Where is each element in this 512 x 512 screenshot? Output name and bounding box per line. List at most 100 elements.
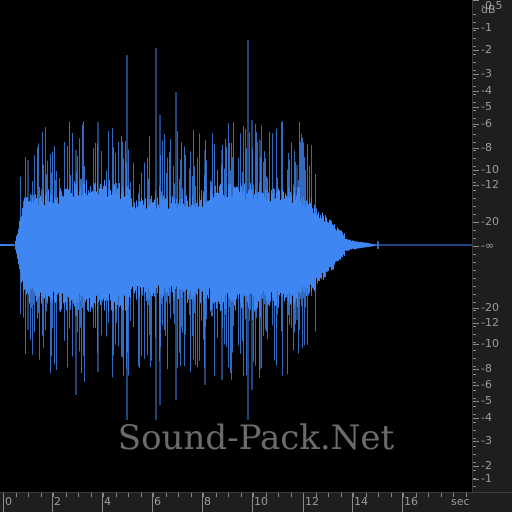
db-tick-label: -12 bbox=[481, 316, 499, 329]
db-minor-tick bbox=[473, 486, 476, 487]
db-minor-tick bbox=[473, 102, 476, 103]
db-tick-label: -∞ bbox=[481, 239, 495, 252]
db-tick bbox=[473, 28, 479, 29]
db-minor-tick bbox=[473, 462, 476, 463]
db-minor-tick bbox=[473, 478, 476, 479]
db-minor-tick bbox=[473, 262, 476, 263]
db-minor-tick bbox=[473, 350, 476, 351]
db-tick bbox=[473, 74, 479, 75]
db-tick bbox=[473, 385, 479, 386]
time-tick-label: 14 bbox=[354, 495, 368, 508]
time-minor-tick bbox=[3, 493, 4, 497]
db-minor-tick bbox=[473, 142, 476, 143]
db-minor-tick bbox=[473, 270, 476, 271]
db-minor-tick bbox=[473, 318, 476, 319]
time-minor-tick bbox=[141, 493, 142, 497]
db-minor-tick bbox=[473, 198, 476, 199]
db-tick bbox=[473, 466, 479, 467]
db-minor-tick bbox=[473, 278, 476, 279]
db-minor-tick bbox=[473, 310, 476, 311]
db-tick bbox=[473, 344, 479, 345]
time-tick-label: 12 bbox=[305, 495, 319, 508]
db-tick-label: -1 bbox=[481, 21, 492, 34]
db-tick bbox=[473, 308, 479, 309]
db-tick bbox=[473, 369, 479, 370]
db-tick bbox=[473, 91, 479, 92]
db-minor-tick bbox=[473, 182, 476, 183]
time-minor-tick bbox=[53, 493, 54, 497]
time-minor-tick bbox=[391, 493, 392, 497]
time-minor-tick bbox=[78, 493, 79, 497]
db-tick bbox=[473, 185, 479, 186]
db-minor-tick bbox=[473, 294, 476, 295]
db-tick-label: -1 bbox=[481, 472, 492, 485]
time-minor-tick bbox=[91, 493, 92, 497]
db-minor-tick bbox=[473, 406, 476, 407]
time-tick-label: 16 bbox=[404, 495, 418, 508]
db-minor-tick bbox=[473, 86, 476, 87]
db-minor-tick bbox=[473, 390, 476, 391]
db-minor-tick bbox=[473, 302, 476, 303]
time-minor-tick bbox=[453, 493, 454, 497]
db-tick bbox=[473, 401, 479, 402]
time-minor-tick bbox=[341, 493, 342, 497]
db-minor-tick bbox=[473, 62, 476, 63]
time-minor-tick bbox=[303, 493, 304, 497]
db-tick-label: -20 bbox=[481, 301, 499, 314]
time-minor-tick bbox=[241, 493, 242, 497]
time-minor-tick bbox=[353, 493, 354, 497]
time-ruler: sec 0 2 4 6 8 10 12 14 16 bbox=[0, 492, 512, 512]
time-minor-tick bbox=[178, 493, 179, 497]
db-minor-tick bbox=[473, 134, 476, 135]
db-minor-tick bbox=[473, 206, 476, 207]
db-tick bbox=[473, 148, 479, 149]
time-minor-tick bbox=[41, 493, 42, 497]
db-minor-tick bbox=[473, 150, 476, 151]
db-tick bbox=[473, 479, 479, 480]
db-tick bbox=[473, 124, 479, 125]
time-unit-label: sec bbox=[451, 495, 470, 508]
db-tick-label: -2 bbox=[481, 43, 492, 56]
db-minor-tick bbox=[473, 358, 476, 359]
db-minor-tick bbox=[473, 30, 476, 31]
watermark: Sound-Pack.Net bbox=[117, 418, 395, 458]
db-minor-tick bbox=[473, 246, 476, 247]
db-minor-tick bbox=[473, 14, 476, 15]
db-minor-tick bbox=[473, 118, 476, 119]
db-tick bbox=[473, 0, 479, 1]
db-minor-tick bbox=[473, 190, 476, 191]
db-tick-label: -5 bbox=[481, 394, 492, 407]
time-minor-tick bbox=[378, 493, 379, 497]
db-tick bbox=[473, 323, 479, 324]
time-minor-tick bbox=[16, 493, 17, 497]
audio-editor: dB -1 -2 -3 -4 -5 -6 -8 -10 -12 -20 -∞ -20 -12 -10 -8-… bbox=[0, 0, 512, 512]
db-tick-label: -12 bbox=[481, 178, 499, 191]
db-minor-tick bbox=[473, 38, 476, 39]
db-minor-tick bbox=[473, 222, 476, 223]
db-minor-tick bbox=[473, 470, 476, 471]
db-tick-label: -20 bbox=[481, 215, 499, 228]
db-minor-tick bbox=[473, 46, 476, 47]
time-minor-tick bbox=[278, 493, 279, 497]
time-tick-label: 8 bbox=[204, 495, 211, 508]
db-minor-tick bbox=[473, 166, 476, 167]
time-minor-tick bbox=[216, 493, 217, 497]
time-minor-tick bbox=[416, 493, 417, 497]
time-minor-tick bbox=[366, 493, 367, 497]
db-minor-tick bbox=[473, 158, 476, 159]
db-tick-label: -10 bbox=[481, 337, 499, 350]
db-tick-label: -5 bbox=[481, 100, 492, 113]
time-tick-label: 4 bbox=[104, 495, 111, 508]
time-tick-label: 0 bbox=[5, 495, 12, 508]
time-minor-tick bbox=[328, 493, 329, 497]
db-minor-tick bbox=[473, 126, 476, 127]
db-minor-tick bbox=[473, 214, 476, 215]
db-tick-label: -3 bbox=[481, 67, 492, 80]
db-minor-tick bbox=[473, 254, 476, 255]
db-minor-tick bbox=[473, 414, 476, 415]
time-tick-label: 2 bbox=[54, 495, 61, 508]
time-minor-tick bbox=[128, 493, 129, 497]
db-tick-label: -10 bbox=[481, 163, 499, 176]
time-tick-label: 6 bbox=[154, 495, 161, 508]
db-minor-tick bbox=[473, 382, 476, 383]
